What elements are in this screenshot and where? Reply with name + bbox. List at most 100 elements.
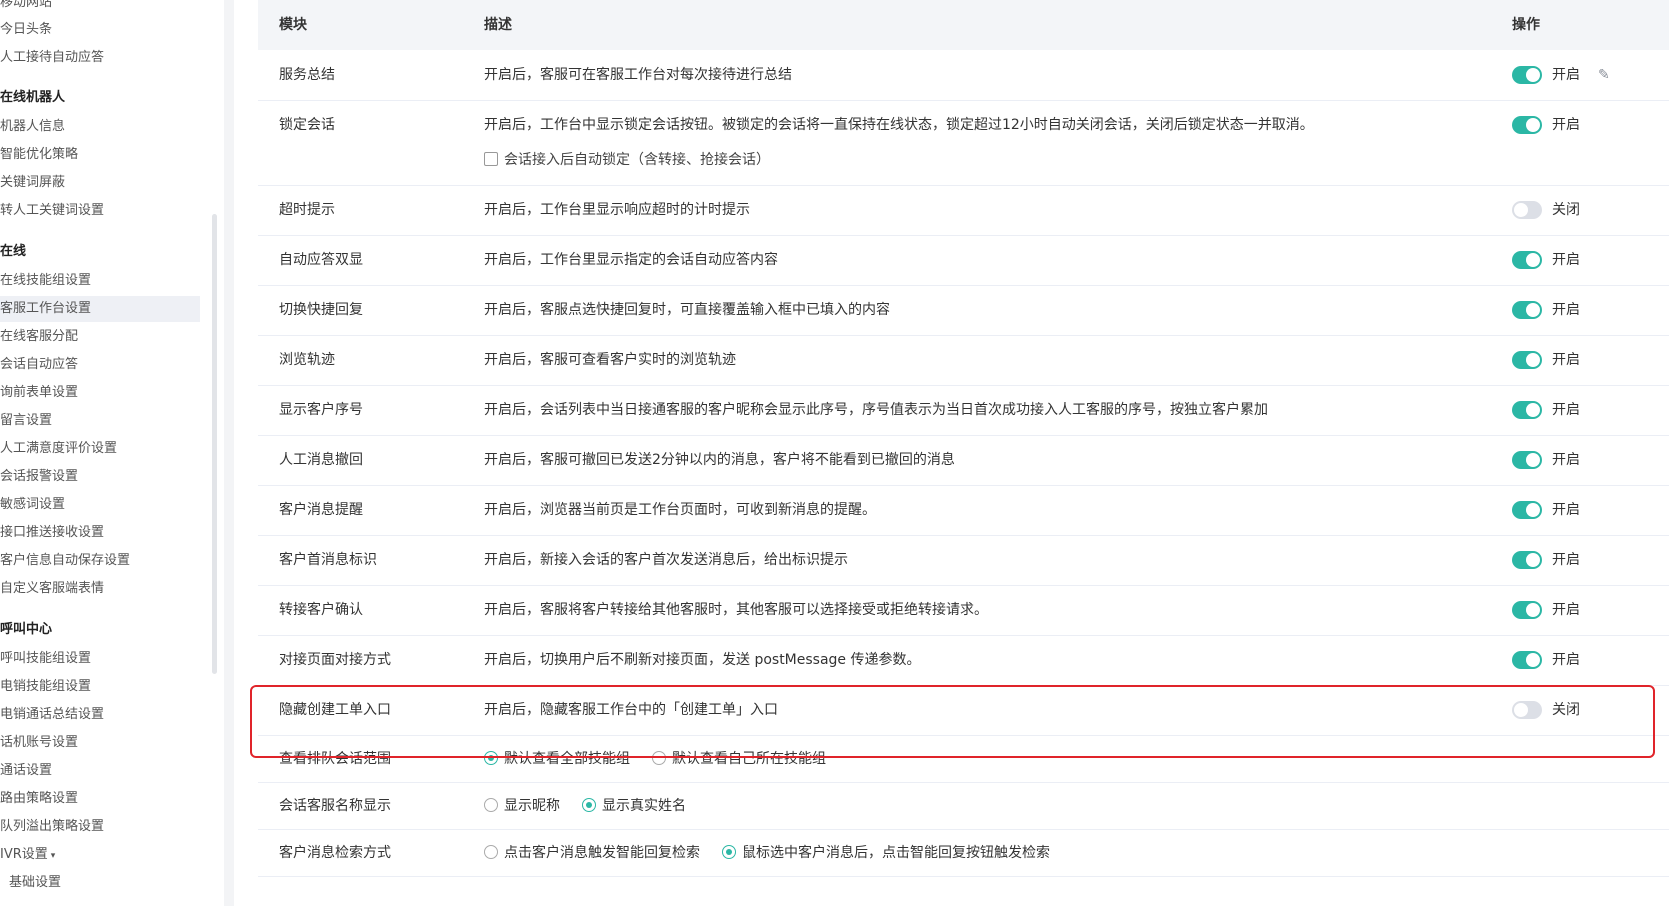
- toggle-control[interactable]: 开启: [1512, 350, 1580, 370]
- toggle-knob: [1526, 503, 1540, 517]
- sidebar-item-ivr[interactable]: IVR设置 ▾: [0, 842, 200, 868]
- checkbox[interactable]: [484, 152, 498, 166]
- toggle-switch[interactable]: [1512, 116, 1542, 134]
- toggle-control[interactable]: 关闭: [1512, 200, 1580, 220]
- sidebar-item[interactable]: 人工满意度评价设置: [0, 436, 200, 462]
- radio-label: 鼠标选中客户消息后，点击智能回复按钮触发检索: [742, 845, 1050, 861]
- sidebar-item[interactable]: 通话设置: [0, 758, 200, 784]
- toggle-control[interactable]: 开启: [1512, 115, 1580, 135]
- sidebar-item-label: 电销技能组设置: [0, 679, 92, 694]
- sidebar-item-label: 自定义客服端表情: [0, 581, 105, 596]
- module-name: 对接页面对接方式: [279, 652, 391, 668]
- toggle-switch[interactable]: [1512, 201, 1542, 219]
- sidebar-item[interactable]: 电销通话总结设置: [0, 702, 200, 728]
- radio-button[interactable]: [484, 798, 498, 812]
- toggle-switch[interactable]: [1512, 451, 1542, 469]
- sidebar-item[interactable]: 人工接待自动应答: [0, 45, 200, 71]
- toggle-control[interactable]: 开启: [1512, 65, 1580, 85]
- radio-button[interactable]: [722, 845, 736, 859]
- sidebar-item[interactable]: 会话自动应答: [0, 352, 200, 378]
- toggle-switch[interactable]: [1512, 351, 1542, 369]
- toggle-switch[interactable]: [1512, 251, 1542, 269]
- sidebar-item[interactable]: 队列溢出策略设置: [0, 814, 200, 840]
- sidebar-scrollbar[interactable]: [212, 214, 217, 674]
- toggle-state-label: 开启: [1552, 302, 1580, 318]
- toggle-switch[interactable]: [1512, 501, 1542, 519]
- radio-option[interactable]: 鼠标选中客户消息后，点击智能回复按钮触发检索: [722, 843, 1050, 863]
- sidebar-item[interactable]: 客户信息自动保存设置: [0, 548, 200, 574]
- sidebar-item-label: 今日头条: [0, 22, 53, 37]
- sidebar-item[interactable]: 机器人信息: [0, 114, 200, 140]
- toggle-state-label: 开启: [1552, 252, 1580, 268]
- radio-option[interactable]: 点击客户消息触发智能回复检索: [484, 843, 700, 863]
- toggle-knob: [1526, 653, 1540, 667]
- table-header: 模块 描述 操作: [258, 0, 1669, 50]
- radio-option[interactable]: 显示昵称: [484, 796, 560, 816]
- toggle-switch[interactable]: [1512, 601, 1542, 619]
- sidebar-item-label: 会话自动应答: [0, 357, 79, 372]
- toggle-control[interactable]: 开启: [1512, 400, 1580, 420]
- toggle-state-label: 开启: [1552, 67, 1580, 83]
- toggle-control[interactable]: 开启: [1512, 550, 1580, 570]
- toggle-control[interactable]: 开启: [1512, 650, 1580, 670]
- sidebar-item-label: 移动网站: [0, 0, 53, 10]
- sidebar-item[interactable]: 留言设置: [0, 408, 200, 434]
- toggle-control[interactable]: 开启: [1512, 500, 1580, 520]
- sidebar-item[interactable]: 关键词屏蔽: [0, 170, 200, 196]
- header-desc: 描述: [484, 17, 512, 33]
- edit-icon[interactable]: ✎: [1598, 65, 1610, 85]
- settings-table: 模块 描述 操作 服务总结 开启后，客服可在客服工作台对每次接待进行总结 开启 ✎ 锁定…: [258, 0, 1669, 906]
- module-name: 转接客户确认: [279, 602, 363, 618]
- toggle-switch[interactable]: [1512, 401, 1542, 419]
- toggle-switch[interactable]: [1512, 551, 1542, 569]
- table-row: 浏览轨迹 开启后，客服可查看客户实时的浏览轨迹 开启: [258, 335, 1669, 386]
- sidebar-item[interactable]: 在线客服分配: [0, 324, 200, 350]
- sidebar-item-label: 基础设置: [9, 875, 62, 890]
- sidebar-item[interactable]: 移动网站: [0, 0, 200, 16]
- sidebar-item[interactable]: 智能优化策略: [0, 142, 200, 168]
- module-name: 人工消息撤回: [279, 452, 363, 468]
- toggle-control[interactable]: 开启: [1512, 250, 1580, 270]
- module-name: 客户首消息标识: [279, 552, 377, 568]
- toggle-knob: [1526, 303, 1540, 317]
- sidebar-subitem[interactable]: 基础设置: [0, 870, 200, 896]
- sidebar-item[interactable]: 询前表单设置: [0, 380, 200, 406]
- table-row: 显示客户序号 开启后，会话列表中当日接通客服的客户昵称会显示此序号，序号值表示为当…: [258, 385, 1669, 436]
- table-row: 会话客服名称显示 显示昵称 显示真实姓名: [258, 782, 1669, 830]
- sidebar-item[interactable]: 自定义客服端表情: [0, 576, 200, 602]
- sidebar-item[interactable]: 敏感词设置: [0, 492, 200, 518]
- sidebar-item[interactable]: 电销技能组设置: [0, 674, 200, 700]
- sidebar-item[interactable]: 呼叫技能组设置: [0, 646, 200, 672]
- sidebar-item[interactable]: 话机账号设置: [0, 730, 200, 756]
- module-desc: 开启后，客服点选快捷回复时，可直接覆盖输入框中已填入的内容: [484, 302, 890, 318]
- toggle-switch[interactable]: [1512, 301, 1542, 319]
- radio-button[interactable]: [484, 845, 498, 859]
- auto-lock-option[interactable]: 会话接入后自动锁定（含转接、抢接会话）: [484, 150, 770, 170]
- toggle-knob: [1526, 253, 1540, 267]
- sidebar-item-label: 敏感词设置: [0, 497, 66, 512]
- module-name: 超时提示: [279, 202, 335, 218]
- toggle-control[interactable]: 开启: [1512, 300, 1580, 320]
- sidebar-item[interactable]: 在线技能组设置: [0, 268, 200, 294]
- table-row: 人工消息撤回 开启后，客服可撤回已发送2分钟以内的消息，客户将不能看到已撤回的消息…: [258, 435, 1669, 486]
- module-name: 客户消息提醒: [279, 502, 363, 518]
- toggle-switch[interactable]: [1512, 651, 1542, 669]
- radio-option[interactable]: 显示真实姓名: [582, 796, 686, 816]
- table-row: 对接页面对接方式 开启后，切换用户后不刷新对接页面，发送 postMessage …: [258, 635, 1669, 686]
- sidebar-item-label: 机器人信息: [0, 119, 66, 134]
- sidebar-item[interactable]: 今日头条: [0, 17, 200, 43]
- sidebar-item[interactable]: 路由策略设置: [0, 786, 200, 812]
- sidebar-item[interactable]: 转人工关键词设置: [0, 198, 200, 224]
- toggle-switch[interactable]: [1512, 66, 1542, 84]
- sidebar-item[interactable]: 会话报警设置: [0, 464, 200, 490]
- sidebar: 移动网站 今日头条 人工接待自动应答 在线机器人 机器人信息 智能优化策略 关键…: [0, 0, 200, 906]
- toggle-control[interactable]: 开启: [1512, 450, 1580, 470]
- sidebar-item[interactable]: 接口推送接收设置: [0, 520, 200, 546]
- toggle-knob: [1526, 553, 1540, 567]
- module-desc: 开启后，客服可查看客户实时的浏览轨迹: [484, 352, 736, 368]
- sidebar-item-label: 话机账号设置: [0, 735, 79, 750]
- toggle-control[interactable]: 开启: [1512, 600, 1580, 620]
- sidebar-item-label: 人工满意度评价设置: [0, 441, 118, 456]
- radio-button[interactable]: [582, 798, 596, 812]
- sidebar-item-active[interactable]: 客服工作台设置: [0, 296, 200, 322]
